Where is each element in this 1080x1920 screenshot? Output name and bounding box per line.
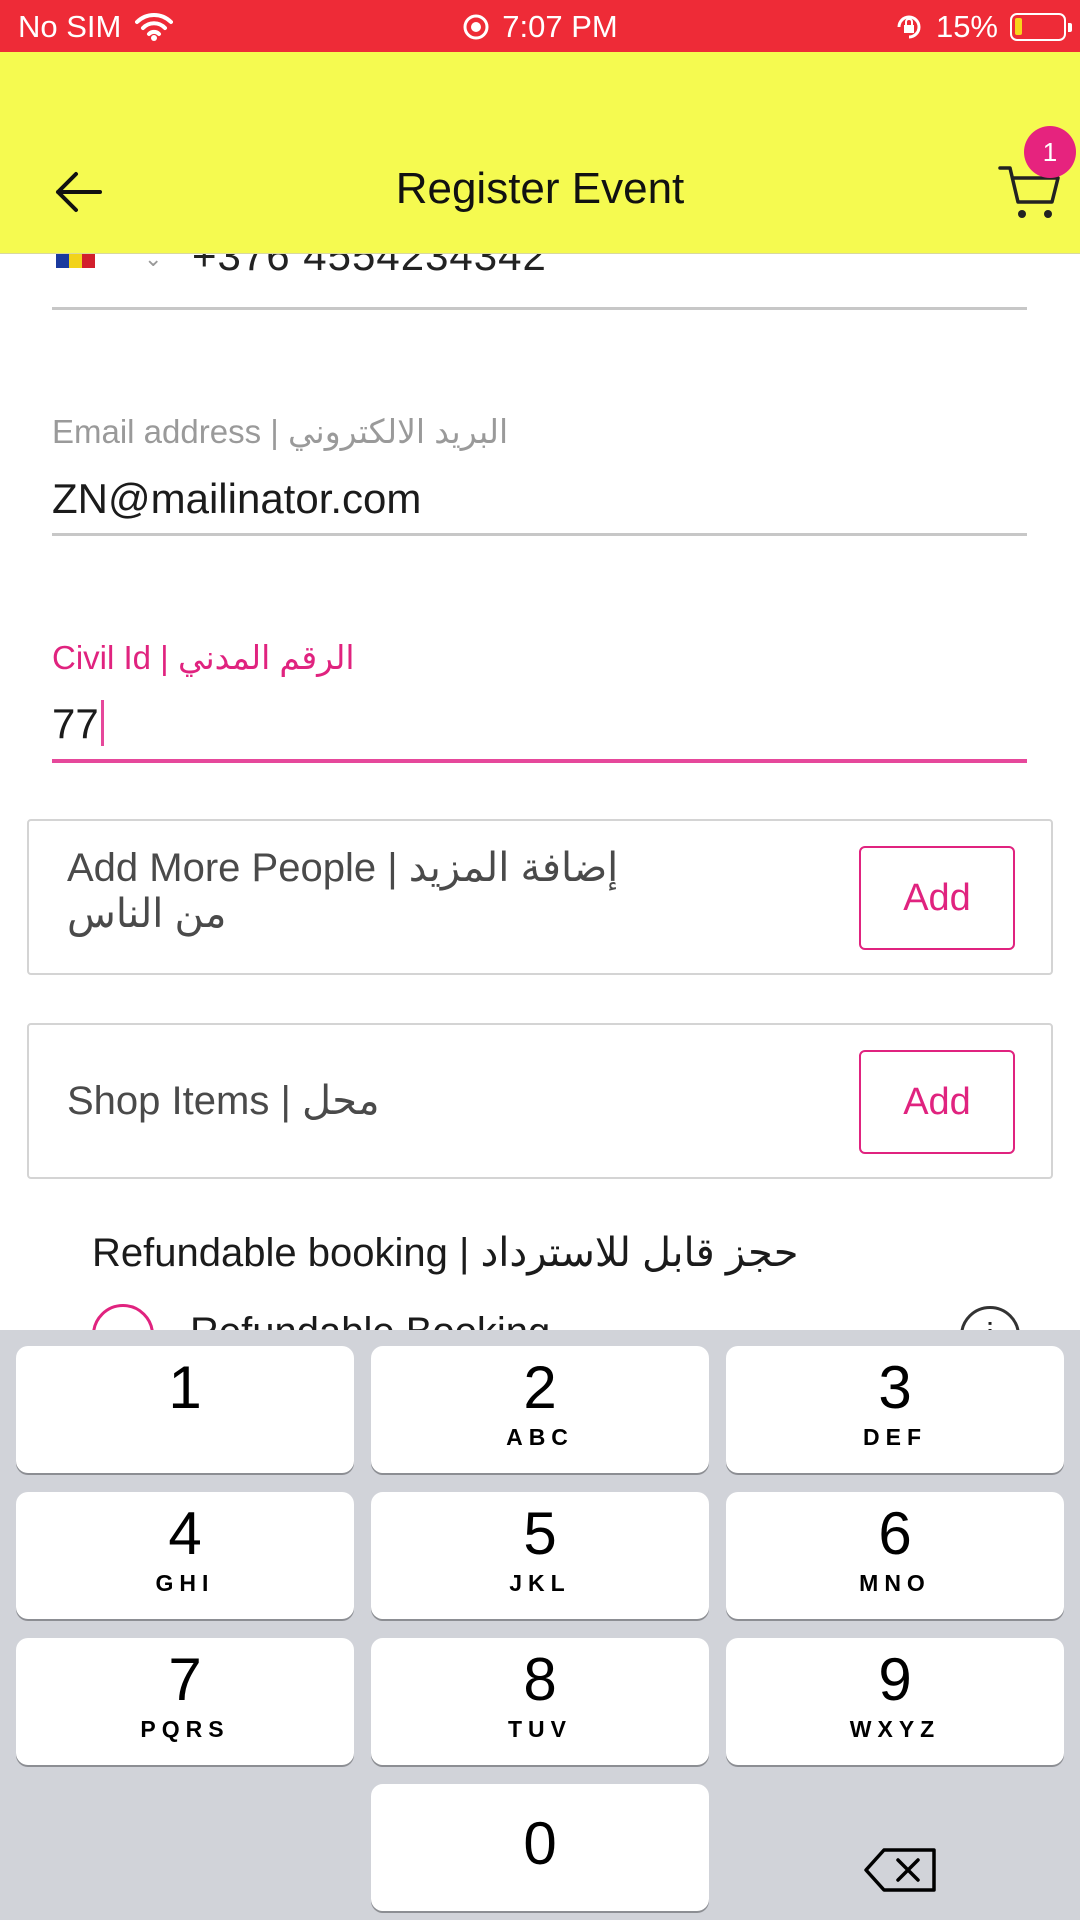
add-people-card: Add More People | إضافة المزيد من الناس …	[27, 819, 1053, 975]
phone-field[interactable]: ⌄ +376 4554234342	[52, 254, 1027, 284]
phone-value[interactable]: +376 4554234342	[192, 254, 547, 280]
refund-option-label: Refundable Booking	[190, 1310, 550, 1330]
status-time: 7:07 PM	[502, 9, 618, 44]
key-9[interactable]: 9 WXYZ	[726, 1638, 1064, 1765]
shop-items-label: Shop Items | محل	[67, 1079, 380, 1123]
backspace-icon[interactable]	[862, 1840, 942, 1900]
shop-items-card: Shop Items | محل Add	[27, 1023, 1053, 1179]
battery-icon	[1010, 13, 1072, 41]
civil-id-value: 77	[52, 700, 99, 747]
refund-option-row[interactable]: Refundable Booking i	[92, 1304, 1022, 1330]
shop-items-add-button[interactable]: Add	[859, 1050, 1015, 1154]
key-5[interactable]: 5 JKL	[371, 1492, 709, 1619]
battery-percent: 15%	[935, 9, 998, 44]
key-6[interactable]: 6 MNO	[726, 1492, 1064, 1619]
info-icon[interactable]: i	[960, 1306, 1020, 1330]
page-title: Register Event	[395, 164, 685, 213]
country-flag-icon[interactable]	[56, 254, 96, 268]
civil-id-underline	[52, 759, 1027, 763]
text-caret	[100, 700, 104, 746]
civil-id-label: Civil Id | الرقم المدني	[52, 639, 355, 676]
chevron-down-icon[interactable]: ⌄	[144, 254, 162, 272]
key-3[interactable]: 3 DEF	[726, 1346, 1064, 1473]
civil-id-field[interactable]: 77	[52, 700, 104, 748]
email-underline	[52, 533, 1027, 536]
cart-badge: 1	[1024, 126, 1076, 178]
email-field[interactable]: ZN@mailinator.com	[52, 475, 421, 523]
email-label: Email address | البريد الالكتروني	[52, 413, 509, 450]
form-scroll-area[interactable]: ⌄ +376 4554234342 Email address | البريد…	[0, 254, 1080, 1330]
status-bar: No SIM 7:07 PM 15%	[0, 0, 1080, 52]
refund-radio[interactable]	[92, 1304, 154, 1330]
key-0[interactable]: 0	[371, 1784, 709, 1911]
refund-section-title: Refundable booking | حجز قابل للاسترداد	[92, 1231, 799, 1275]
key-1[interactable]: 1	[16, 1346, 354, 1473]
key-4[interactable]: 4 GHI	[16, 1492, 354, 1619]
rotation-lock-icon	[897, 15, 921, 39]
app-header: Register Event 1	[0, 52, 1080, 254]
key-7[interactable]: 7 PQRS	[16, 1638, 354, 1765]
phone-underline	[52, 307, 1027, 310]
key-8[interactable]: 8 TUV	[371, 1638, 709, 1765]
add-people-label: Add More People | إضافة المزيد من الناس	[67, 846, 619, 936]
key-2[interactable]: 2 ABC	[371, 1346, 709, 1473]
location-icon	[463, 14, 489, 40]
add-people-button[interactable]: Add	[859, 846, 1015, 950]
